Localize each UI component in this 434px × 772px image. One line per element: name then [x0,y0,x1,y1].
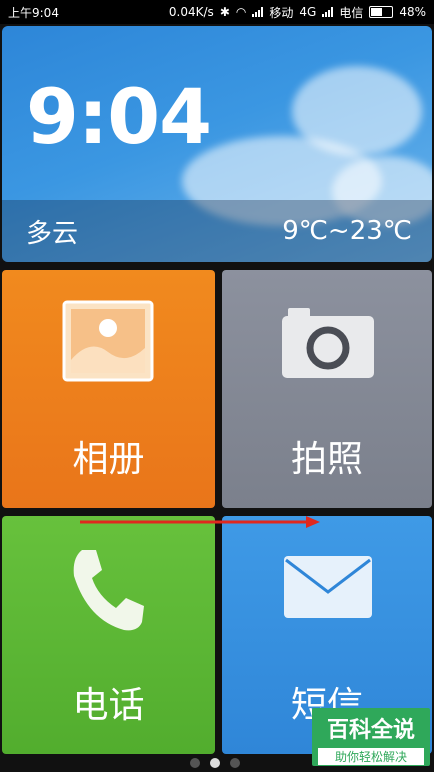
wifi-icon: ◠ [235,5,247,19]
phone-icon [73,550,144,631]
network-type: 4G [299,5,317,19]
watermark-subtitle: 助你轻松解决 [318,748,424,765]
page-dot[interactable] [190,758,200,768]
page-indicator[interactable] [190,758,240,768]
status-bar: 上午9:04 0.04K/s ✱ ◠ 移动 4G 电信 48% [0,0,434,24]
watermark-logo: 百科全说 助你轻松解决 [312,708,430,766]
tile-label: 拍照 [290,439,363,480]
net-speed: 0.04K/s [168,5,214,19]
page-dot-active[interactable] [210,758,220,768]
bluetooth-icon: ✱ [219,5,230,19]
clock-time: 9:04 [26,72,212,161]
tile-label: 相册 [72,439,145,480]
weather-clock-widget[interactable]: 9:04 多云 9℃~23℃ [2,26,432,262]
weather-condition: 多云 [26,218,79,249]
arrow-annotation [80,516,320,528]
battery-icon [369,6,394,18]
signal-icon [252,7,264,17]
carrier-1: 移动 [269,5,294,20]
weather-info-bar: 多云 9℃~23℃ [2,200,432,262]
cloud-decoration [292,66,422,156]
tile-camera[interactable]: 拍照 [222,270,432,508]
signal-icon-2 [322,7,334,17]
status-time: 上午9:04 [8,5,59,20]
carrier-2: 电信 [339,5,364,20]
camera-icon [282,308,374,378]
photo-album-icon [62,300,154,382]
tile-label: 电话 [72,685,145,726]
tile-album[interactable]: 相册 [2,270,215,508]
page-dot[interactable] [230,758,240,768]
watermark-title: 百科全说 [326,718,415,743]
battery-percent: 48% [399,5,426,19]
temperature-range: 9℃~23℃ [282,216,412,246]
status-indicators: 0.04K/s ✱ ◠ 移动 4G 电信 48% [169,4,426,21]
tile-phone[interactable]: 电话 [2,516,215,754]
envelope-icon [284,556,372,618]
